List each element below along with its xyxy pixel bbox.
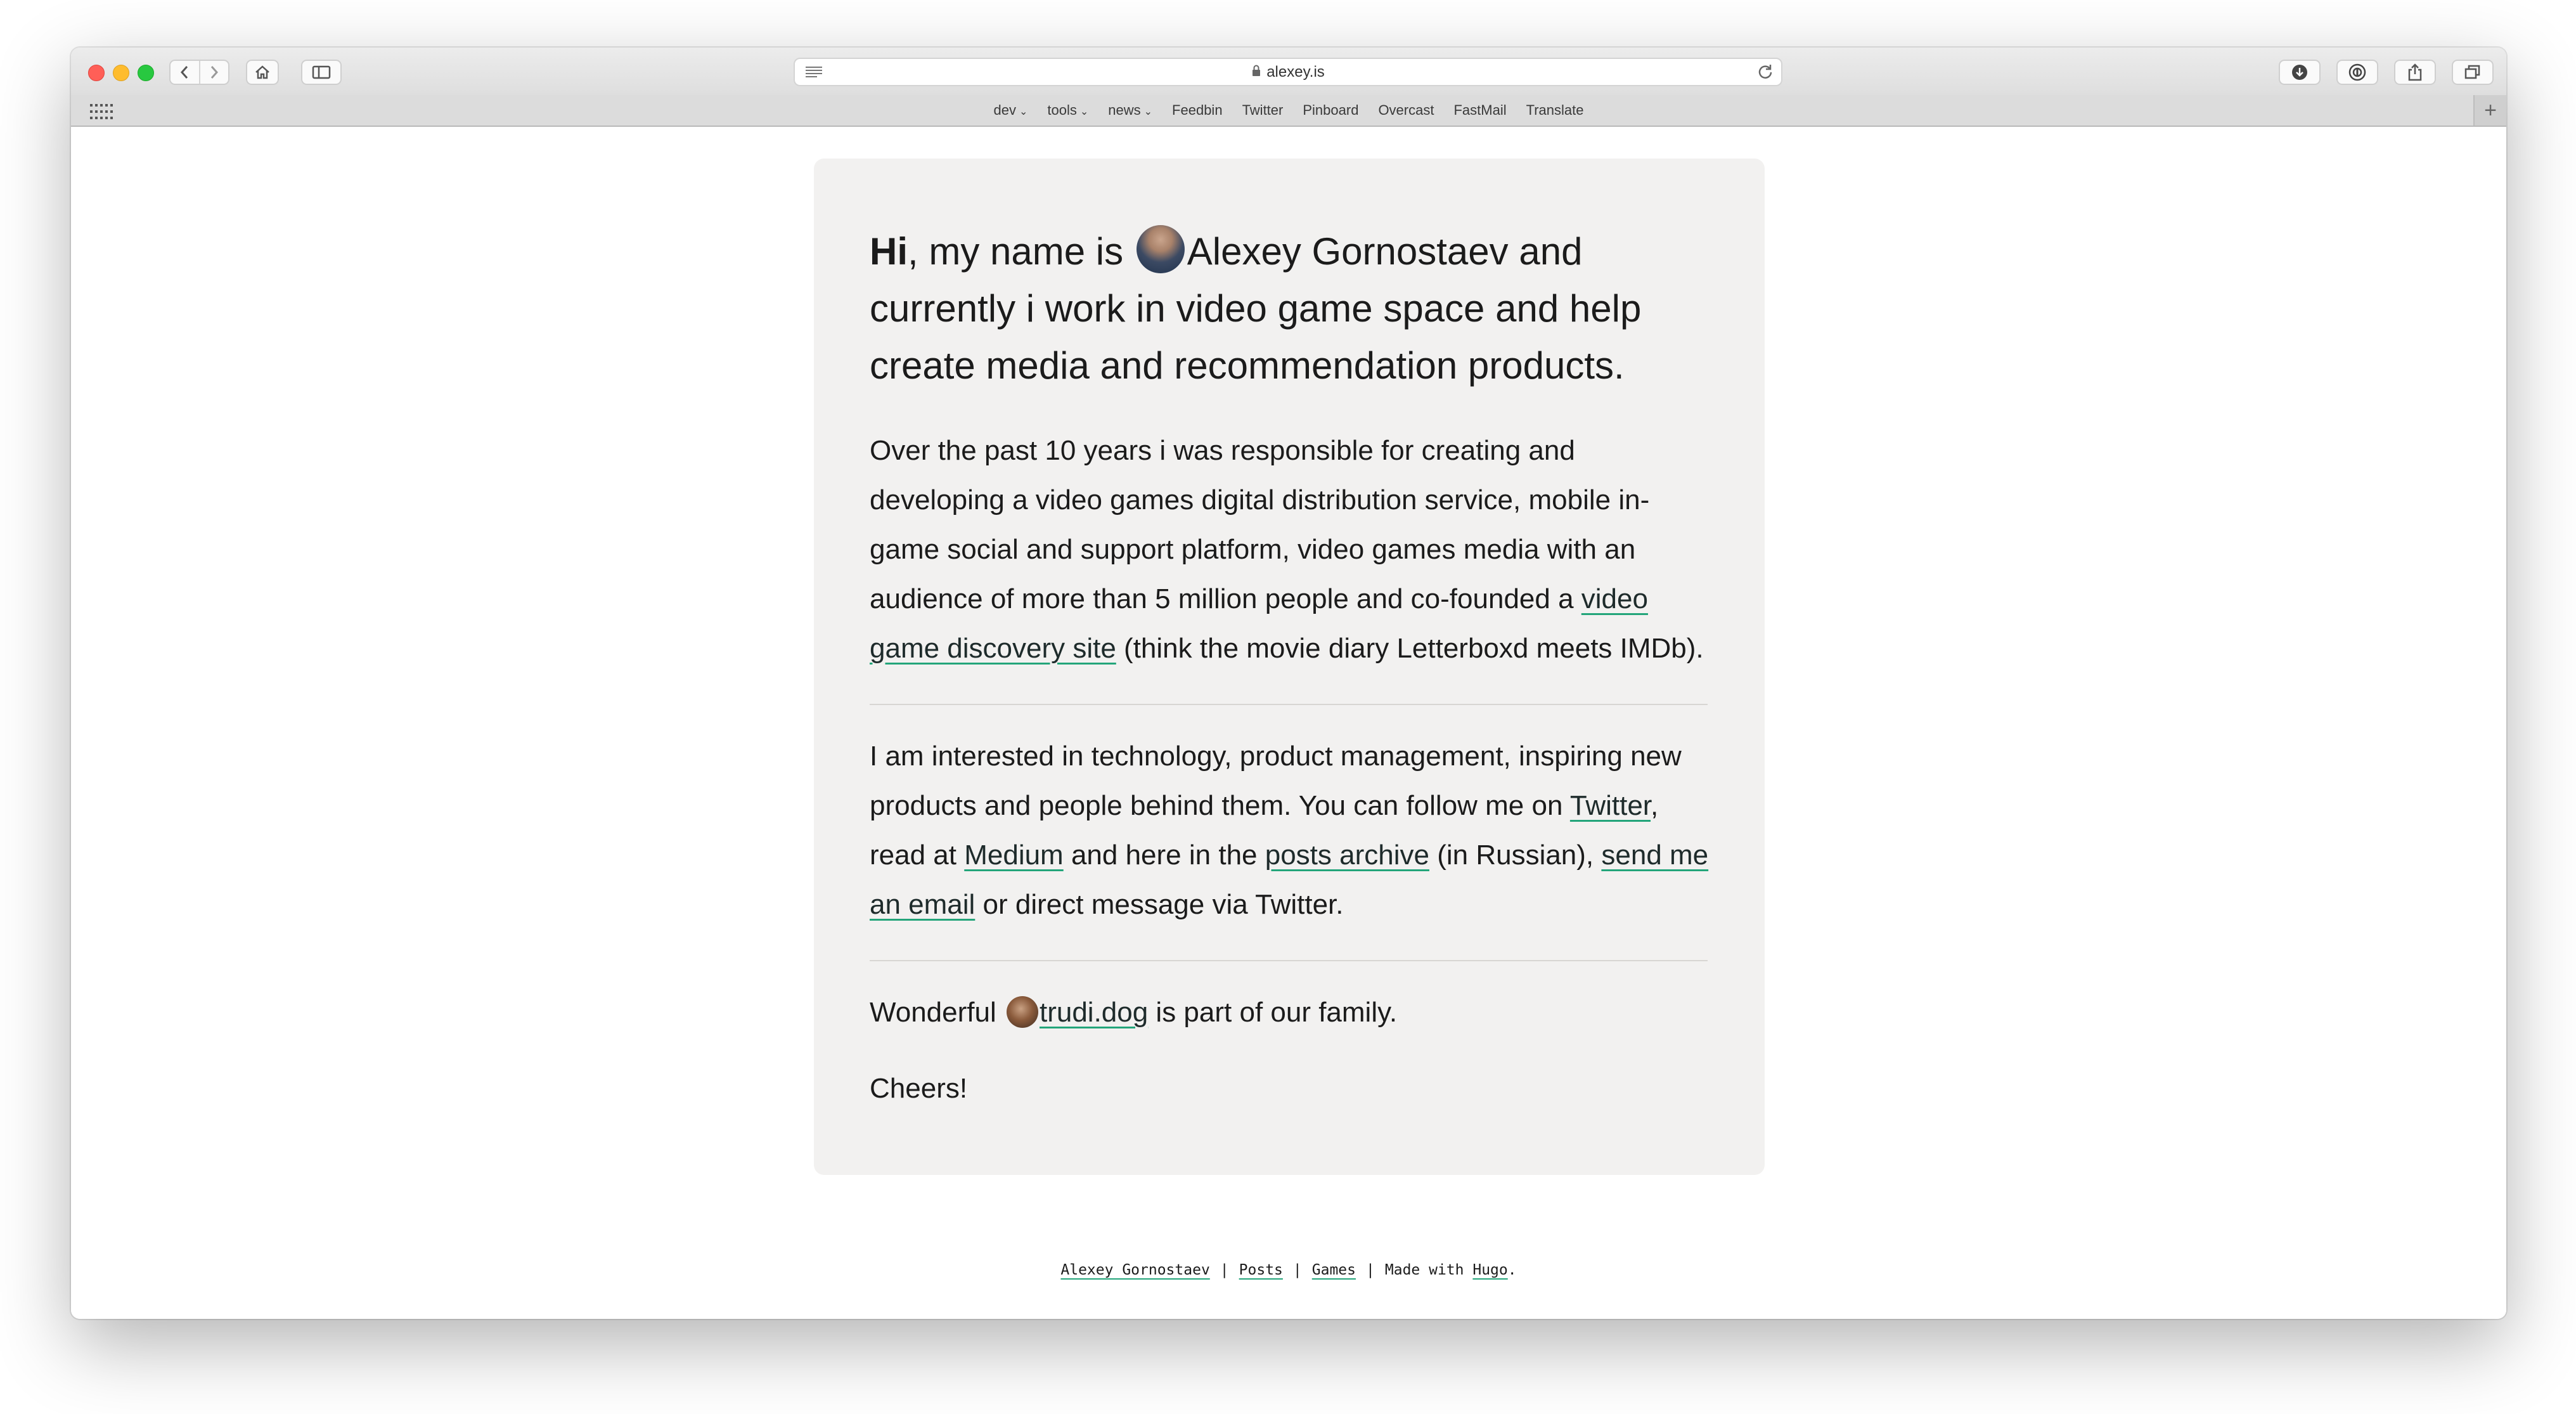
footer-author-link[interactable]: Alexey Gornostaev	[1060, 1262, 1209, 1278]
avatar	[1136, 225, 1185, 273]
forward-button[interactable]	[198, 61, 229, 84]
favorite-dev[interactable]: dev ⌄	[994, 102, 1028, 119]
reader-button[interactable]	[801, 63, 827, 81]
footer-separator: |	[1366, 1262, 1375, 1278]
back-button[interactable]	[171, 61, 199, 84]
navigation-buttons	[169, 60, 229, 85]
favorites-bar: dev ⌄ tools ⌄ news ⌄ Feedbin Twitter Pinboa…	[71, 95, 2506, 127]
download-icon	[2292, 65, 2307, 80]
favorites-list: dev ⌄ tools ⌄ news ⌄ Feedbin Twitter Pinboa…	[71, 95, 2506, 126]
tabs-overview-button[interactable]	[2452, 60, 2494, 85]
favorite-fastmail[interactable]: FastMail	[1453, 102, 1506, 119]
downloads-button[interactable]	[2279, 60, 2321, 85]
reload-button[interactable]	[1757, 63, 1774, 83]
page-content: Hi, my name is Alexey Gornostaev and cur…	[71, 127, 2506, 1319]
favorite-translate[interactable]: Translate	[1526, 102, 1584, 119]
password-manager-button[interactable]	[2336, 60, 2378, 85]
trudi-dog-link[interactable]: trudi.dog	[1040, 997, 1148, 1028]
footer-hugo-link[interactable]: Hugo	[1472, 1262, 1507, 1278]
chevron-down-icon: ⌄	[1143, 107, 1153, 117]
cheers-text: Cheers!	[870, 1073, 968, 1104]
divider	[870, 960, 1708, 961]
dog-avatar	[1006, 996, 1038, 1028]
footer-separator: |	[1220, 1262, 1229, 1278]
plus-icon[interactable]: +	[2473, 95, 2506, 126]
favorite-news[interactable]: news ⌄	[1108, 102, 1152, 119]
medium-link[interactable]: Medium	[964, 840, 1064, 871]
close-window-button[interactable]	[88, 65, 105, 81]
lock-icon	[1251, 64, 1261, 81]
divider	[870, 704, 1708, 705]
browser-toolbar: alexey.is	[71, 48, 2506, 96]
reload-icon	[1758, 65, 1772, 79]
home-icon	[255, 65, 269, 79]
greeting: Hi	[870, 230, 908, 273]
favorite-pinboard[interactable]: Pinboard	[1303, 102, 1358, 119]
twitter-link[interactable]: Twitter	[1570, 790, 1651, 821]
chevron-down-icon: ⌄	[1079, 107, 1089, 117]
home-button[interactable]	[246, 60, 279, 85]
experience-paragraph: Over the past 10 years i was responsible…	[870, 435, 1704, 664]
minimize-window-button[interactable]	[113, 65, 129, 81]
zoom-window-button[interactable]	[138, 65, 154, 81]
footer-posts-link[interactable]: Posts	[1239, 1262, 1283, 1278]
favorite-twitter[interactable]: Twitter	[1242, 102, 1284, 119]
reader-icon	[806, 67, 822, 77]
address-text: alexey.is	[1266, 63, 1325, 81]
footer-separator: |	[1292, 1262, 1302, 1278]
browser-window: alexey.is dev ⌄ tools ⌄ news ⌄ Feedbin T…	[71, 48, 2506, 1319]
intro-heading: Hi, my name is Alexey Gornostaev and cur…	[870, 223, 1713, 394]
footer-games-link[interactable]: Games	[1312, 1262, 1356, 1278]
chevron-left-icon	[181, 66, 188, 79]
family-paragraph: Wonderful trudi.dog is part of our famil…	[870, 996, 1398, 1028]
interests-paragraph: I am interested in technology, product m…	[870, 741, 1709, 920]
intro-card: Hi, my name is Alexey Gornostaev and cur…	[814, 159, 1765, 1175]
password-icon	[2348, 63, 2366, 81]
share-button[interactable]	[2394, 60, 2436, 85]
favorite-tools[interactable]: tools ⌄	[1047, 102, 1088, 119]
page-footer: Alexey Gornostaev | Posts | Games | Made…	[71, 1262, 2506, 1278]
posts-archive-link[interactable]: posts archive	[1265, 840, 1429, 871]
share-icon	[2408, 63, 2422, 81]
tabs-icon	[2464, 65, 2480, 79]
sidebar-icon	[312, 65, 331, 79]
favorite-overcast[interactable]: Overcast	[1378, 102, 1434, 119]
sidebar-button[interactable]	[301, 60, 342, 85]
address-bar[interactable]: alexey.is	[794, 58, 1782, 86]
footer-made-with: Made with Hugo.	[1384, 1262, 1517, 1278]
chevron-down-icon: ⌄	[1019, 107, 1028, 117]
chevron-right-icon	[210, 66, 218, 79]
favorite-feedbin[interactable]: Feedbin	[1172, 102, 1223, 119]
